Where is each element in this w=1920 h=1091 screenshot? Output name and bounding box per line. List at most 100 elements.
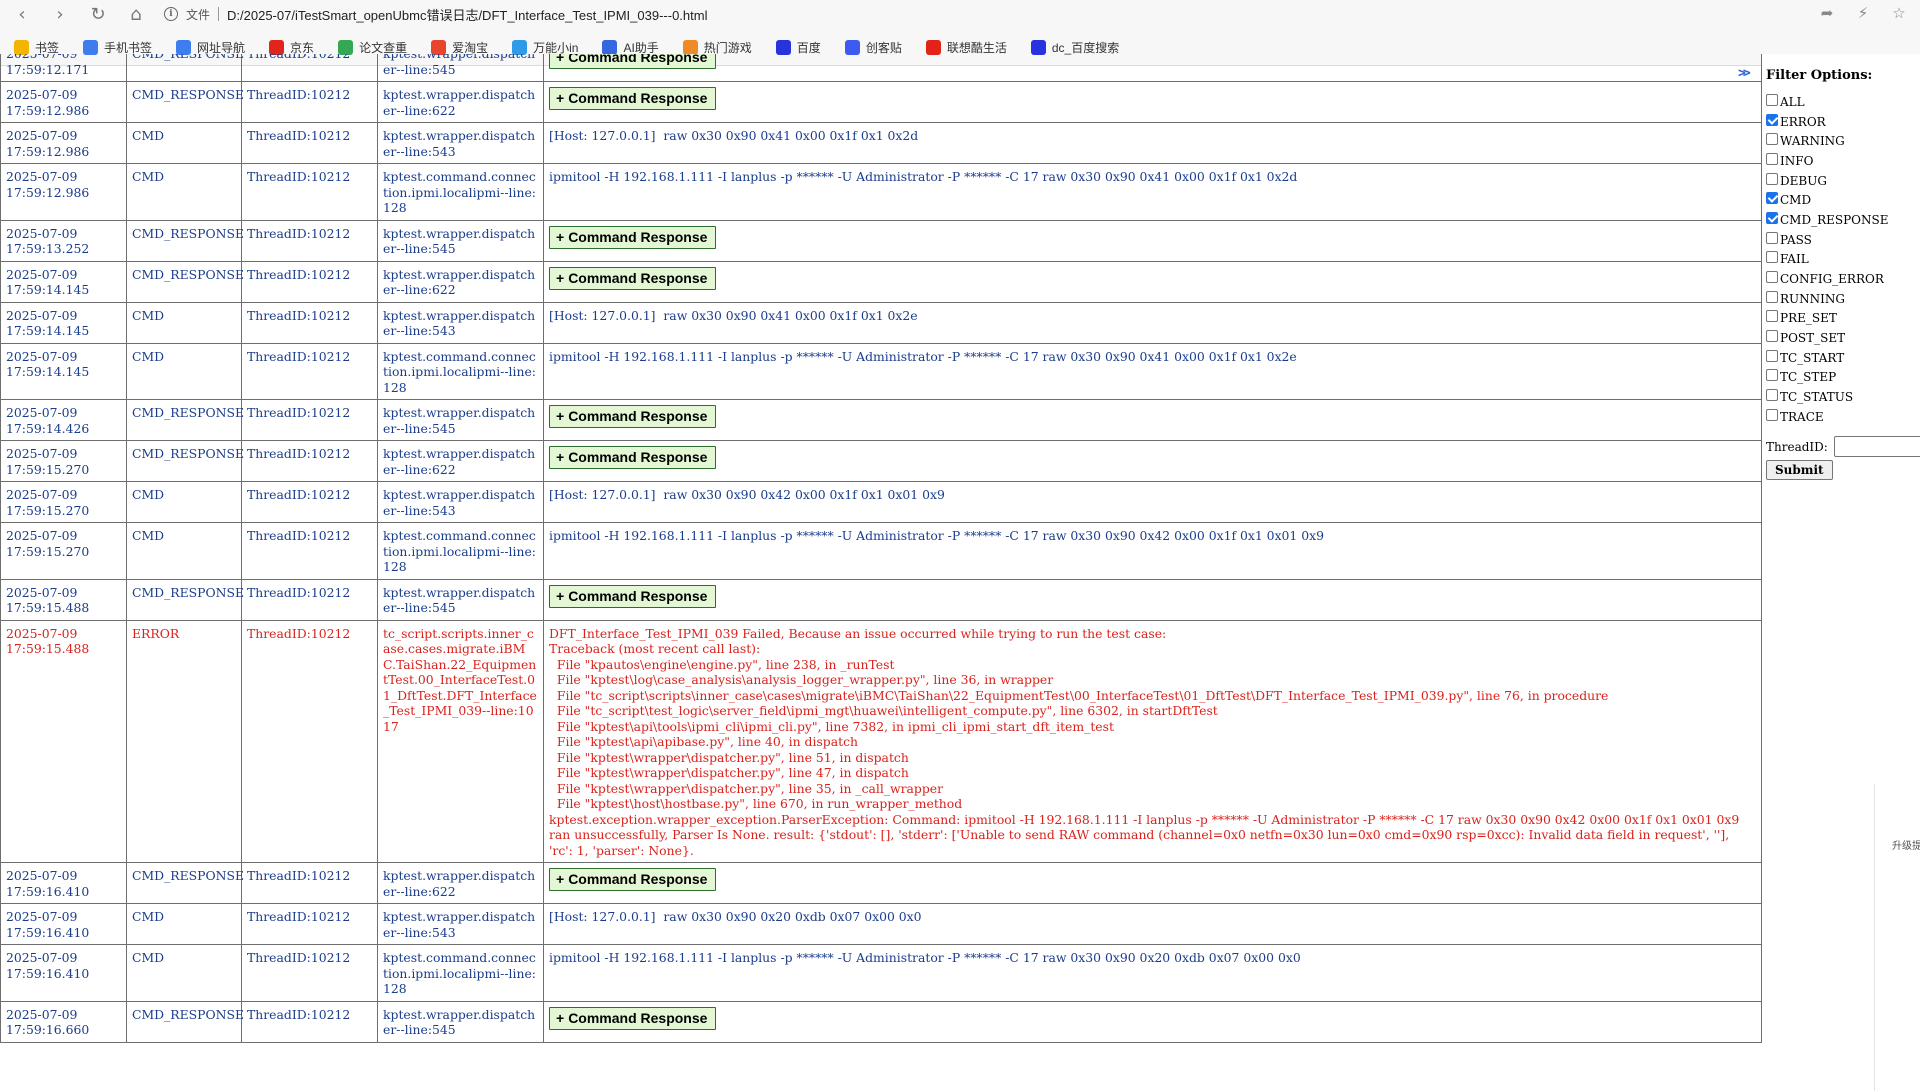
filter-option-fail[interactable]: FAIL [1766,250,1889,270]
filter-option-label: PASS [1780,232,1812,247]
log-source: kptest.command.connection.ipmi.localipmi… [377,944,544,1002]
bookmark-label: 网址导航 [197,40,246,55]
log-level: CMD [126,944,242,1002]
filter-checkbox[interactable] [1766,231,1778,244]
submit-button[interactable]: Submit [1766,460,1833,480]
filter-option-trace[interactable]: TRACE [1766,407,1889,427]
filter-checkbox[interactable] [1766,251,1778,264]
command-response-button[interactable]: + Command Response [549,54,717,69]
filter-option-config-error[interactable]: CONFIG_ERROR [1766,269,1889,289]
filter-option-debug[interactable]: DEBUG [1766,171,1889,191]
url-text[interactable]: D:/2025-07/iTestSmart_openUbmc错误日志/DFT_I… [227,5,707,24]
back-arrow-icon[interactable]: ‹ [8,1,36,27]
filter-option-warning[interactable]: WARNING [1766,131,1889,151]
bookmark-item[interactable]: 爱淘宝 [431,39,488,56]
filter-option-cmd[interactable]: CMD [1766,190,1889,210]
filter-option-label: POST_SET [1780,331,1846,346]
log-level: CMD [126,481,242,523]
reload-icon[interactable]: ↻ [84,1,112,27]
command-response-label: Command Response [568,871,708,887]
log-level: CMD [126,163,242,221]
bookmark-item[interactable]: 热门游戏 [682,39,752,56]
bookmark-item[interactable]: AI助手 [602,39,659,56]
bookmark-item[interactable]: 论文查重 [338,39,407,56]
filter-checkbox[interactable] [1766,389,1778,402]
log-message: + Command Response [543,260,1762,303]
log-row: 2025-07-09 17:59:13.252 CMD_RESPONSE Threa… [0,219,1762,262]
command-response-button[interactable]: + Command Response [549,87,717,110]
command-response-label: Command Response [568,90,708,106]
info-icon[interactable]: i [164,7,178,21]
command-response-button[interactable]: + Command Response [549,266,717,290]
filter-checkbox[interactable] [1766,93,1778,106]
command-response-button[interactable]: + Command Response [549,1006,717,1030]
log-level: CMD [126,522,242,580]
bookmark-star-icon[interactable]: ☆ [1888,2,1910,24]
command-response-button[interactable]: + Command Response [549,446,717,469]
filter-option-tc-status[interactable]: TC_STATUS [1766,387,1889,407]
address-bar[interactable]: i 文件 D:/2025-07/iTestSmart_openUbmc错误日志/… [164,2,1920,26]
phone-bookmark-icon [83,39,99,55]
bookmark-item[interactable]: 万能小in [512,39,578,56]
log-thread: ThreadID:10212 [241,1000,378,1043]
filter-checkbox[interactable] [1766,408,1778,421]
filter-checkbox[interactable] [1766,133,1778,146]
filter-checkbox[interactable] [1766,172,1778,185]
log-thread: ThreadID:10212 [241,301,378,344]
log-thread: ThreadID:10212 [241,578,378,621]
filter-checkbox[interactable] [1766,113,1778,126]
command-response-button[interactable]: + Command Response [549,405,717,428]
command-response-button[interactable]: + Command Response [549,868,717,891]
log-time: 2025-07-09 17:59:15.270 [0,481,127,523]
log-thread: ThreadID:10212 [241,481,378,523]
filter-option-post-set[interactable]: POST_SET [1766,328,1889,348]
lightning-icon[interactable]: ⚡︎ [1852,2,1874,24]
bookmark-item[interactable]: 网址导航 [176,39,245,56]
filter-checkbox[interactable] [1766,290,1778,303]
filter-checkbox[interactable] [1766,369,1778,382]
filter-option-cmd-response[interactable]: CMD_RESPONSE [1766,210,1889,230]
filter-checkbox[interactable] [1766,192,1778,205]
bookmark-item[interactable]: 手机书签 [83,39,152,56]
command-response-button[interactable]: + Command Response [549,584,717,608]
upgrade-tip[interactable]: 升级提 [1892,837,1920,852]
log-viewport[interactable]: 2025-07-09 17:59:12.171CMD_RESPONSEThrea… [0,54,1762,1091]
log-time: 2025-07-09 17:59:16.410 [0,944,127,1002]
filter-option-info[interactable]: INFO [1766,151,1889,171]
share-icon[interactable]: ➦ [1816,2,1838,24]
bookmark-item[interactable]: dc_百度搜索 [1030,39,1119,56]
home-icon[interactable]: ⌂ [122,1,150,27]
bookmark-label: 创客贴 [865,40,902,55]
address-bar-row: ‹ › ↻ ⌂ i 文件 D:/2025-07/iTestSmart_openU… [0,0,1920,28]
filter-option-all[interactable]: ALL [1766,92,1889,112]
collapse-chevron-icon[interactable]: >> [1738,66,1751,81]
taobao-icon [431,39,447,55]
plus-icon: + [556,269,565,286]
bookmark-item[interactable]: 书签 [14,39,59,56]
log-thread: ThreadID:10212 [241,399,378,441]
filter-option-running[interactable]: RUNNING [1766,289,1889,309]
command-response-button[interactable]: + Command Response [549,225,717,249]
filter-option-tc-step[interactable]: TC_STEP [1766,368,1889,388]
filter-checkbox[interactable] [1766,310,1778,323]
bookmark-item[interactable]: 京东 [269,39,314,56]
filter-checkbox[interactable] [1766,349,1778,362]
log-time: 2025-07-09 17:59:15.488 [0,619,127,863]
thread-id-input[interactable] [1833,436,1920,457]
bookmark-label: 论文查重 [359,40,408,55]
log-thread: ThreadID:10212 [241,944,378,1002]
bookmark-item[interactable]: 联想酷生活 [925,39,1007,56]
bookmark-item[interactable]: 创客贴 [844,39,902,56]
filter-option-tc-start[interactable]: TC_START [1766,348,1889,368]
forward-arrow-icon[interactable]: › [46,1,74,27]
compass-icon [176,39,192,55]
filter-checkbox[interactable] [1766,152,1778,165]
filter-option-pre-set[interactable]: PRE_SET [1766,309,1889,329]
filter-option-pass[interactable]: PASS [1766,230,1889,250]
log-row: 2025-07-09 17:59:16.410 CMD ThreadID:10212… [0,944,1762,1002]
filter-checkbox[interactable] [1766,330,1778,343]
filter-checkbox[interactable] [1766,271,1778,284]
filter-checkbox[interactable] [1766,211,1778,224]
filter-option-error[interactable]: ERROR [1766,112,1889,132]
bookmark-item[interactable]: 百度 [775,39,821,56]
